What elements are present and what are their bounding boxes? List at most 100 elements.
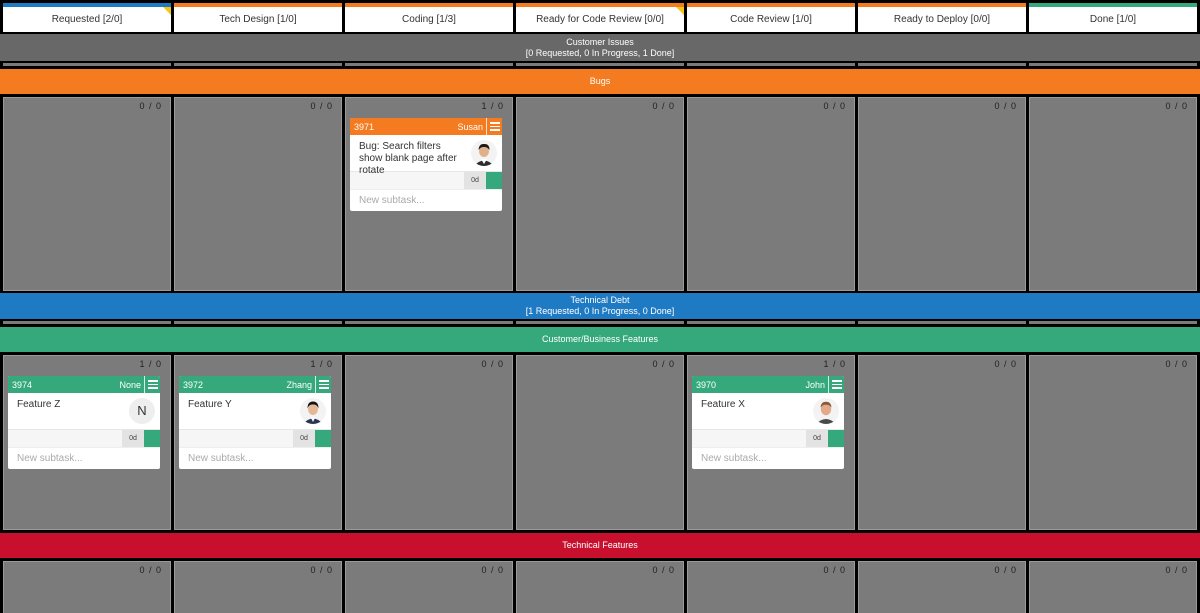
task-card-3974[interactable]: 3974 None Feature Z N 0d New subtask...: [8, 376, 160, 469]
card-title: Feature X: [701, 399, 745, 410]
column-header-ready-for-code-review[interactable]: Ready for Code Review [0/0]: [516, 3, 684, 32]
card-id[interactable]: 3971: [354, 122, 457, 132]
avatar[interactable]: [300, 398, 326, 424]
lane-cell-features-ready-for-code-review[interactable]: 0 / 0: [516, 355, 684, 530]
lane-cell-features-done[interactable]: 0 / 0: [1029, 355, 1197, 530]
lane-cell-features-ready-to-deploy[interactable]: 0 / 0: [858, 355, 1026, 530]
column-flag-icon: [163, 7, 171, 15]
lane-header-technical-debt[interactable]: Technical Debt [1 Requested, 0 In Progre…: [0, 293, 1200, 319]
cell-count: 0 / 0: [1165, 359, 1188, 369]
column-header-label: Code Review [1/0]: [730, 14, 812, 25]
card-owner[interactable]: John: [805, 380, 825, 390]
hamburger-menu-icon[interactable]: [144, 376, 160, 393]
collapsed-cell: [3, 321, 171, 324]
hamburger-menu-icon[interactable]: [486, 118, 502, 135]
card-title: Feature Z: [17, 399, 61, 410]
column-header-coding[interactable]: Coding [1/3]: [345, 3, 513, 32]
cell-count: 0 / 0: [310, 101, 333, 111]
column-header-label: Coding [1/3]: [402, 14, 456, 25]
lane-header-bugs[interactable]: Bugs: [0, 69, 1200, 94]
lane-cell-bugs-ready-to-deploy[interactable]: 0 / 0: [858, 97, 1026, 291]
hamburger-menu-icon[interactable]: [828, 376, 844, 393]
column-header-ready-to-deploy[interactable]: Ready to Deploy [0/0]: [858, 3, 1026, 32]
card-body[interactable]: Bug: Search filters show blank page afte…: [350, 135, 502, 176]
cell-count: 0 / 0: [994, 565, 1017, 575]
lane-title: Bugs: [589, 76, 611, 86]
lane-cell-bugs-code-review[interactable]: 0 / 0: [687, 97, 855, 291]
collapsed-cell: [858, 321, 1026, 324]
lane-gap: [0, 63, 1200, 67]
status-indicator[interactable]: [486, 172, 502, 189]
new-subtask-input[interactable]: New subtask...: [8, 447, 160, 468]
card-id[interactable]: 3970: [696, 380, 805, 390]
card-header: 3971 Susan: [350, 118, 502, 135]
hamburger-menu-icon[interactable]: [315, 376, 331, 393]
avatar[interactable]: N: [129, 398, 155, 424]
card-id[interactable]: 3972: [183, 380, 286, 390]
column-header-code-review[interactable]: Code Review [1/0]: [687, 3, 855, 32]
lane-cell-bugs-tech-design[interactable]: 0 / 0: [174, 97, 342, 291]
lane-cell-bugs-ready-for-code-review[interactable]: 0 / 0: [516, 97, 684, 291]
new-subtask-input[interactable]: New subtask...: [179, 447, 331, 468]
task-card-3970[interactable]: 3970 John Feature X 0d New subtask...: [692, 376, 844, 469]
lane-cell-features-code-review[interactable]: 1 / 0 3970 John Feature X 0d New subtask…: [687, 355, 855, 530]
lane-cell-technical-tech-design[interactable]: 0 / 0: [174, 561, 342, 613]
task-card-3971[interactable]: 3971 Susan Bug: Search filters show blan…: [350, 118, 502, 211]
lane-gap: [0, 321, 1200, 325]
cell-count: 0 / 0: [652, 359, 675, 369]
collapsed-cell: [516, 321, 684, 324]
card-footer: 0d: [692, 429, 844, 447]
lane-cell-bugs-coding[interactable]: 1 / 0 3971 Susan Bug: Search filters sho…: [345, 97, 513, 291]
lane-cell-features-coding[interactable]: 0 / 0: [345, 355, 513, 530]
card-body[interactable]: Feature Y: [179, 393, 331, 429]
new-subtask-placeholder: New subtask...: [701, 452, 767, 464]
cell-count: 0 / 0: [823, 101, 846, 111]
lane-cell-features-requested[interactable]: 1 / 0 3974 None Feature Z N 0d New subta…: [3, 355, 171, 530]
collapsed-cell: [1029, 321, 1197, 324]
lane-cell-technical-ready-for-code-review[interactable]: 0 / 0: [516, 561, 684, 613]
card-body[interactable]: Feature Z N: [8, 393, 160, 429]
lane-cell-technical-coding[interactable]: 0 / 0: [345, 561, 513, 613]
lane-title: Customer/Business Features: [541, 334, 659, 344]
lane-cell-features-tech-design[interactable]: 1 / 0 3972 Zhang Feature Y 0d New subtas…: [174, 355, 342, 530]
card-id[interactable]: 3974: [12, 380, 119, 390]
lane-cell-bugs-done[interactable]: 0 / 0: [1029, 97, 1197, 291]
collapsed-cell: [174, 321, 342, 324]
cell-count: 0 / 0: [994, 101, 1017, 111]
collapsed-cell: [345, 321, 513, 324]
lane-header-customer-issues[interactable]: Customer Issues [0 Requested, 0 In Progr…: [0, 34, 1200, 61]
lane-cell-technical-ready-to-deploy[interactable]: 0 / 0: [858, 561, 1026, 613]
cell-count: 0 / 0: [139, 101, 162, 111]
column-header-requested[interactable]: Requested [2/0]: [3, 3, 171, 32]
lane-cell-technical-requested[interactable]: 0 / 0: [3, 561, 171, 613]
card-footer: 0d: [8, 429, 160, 447]
lane-cell-bugs-requested[interactable]: 0 / 0: [3, 97, 171, 291]
avatar[interactable]: [471, 140, 497, 166]
lane-header-technical-features[interactable]: Technical Features: [0, 533, 1200, 558]
avatar[interactable]: [813, 398, 839, 424]
kanban-board: Requested [2/0] Tech Design [1/0] Coding…: [0, 0, 1200, 613]
status-indicator[interactable]: [144, 430, 160, 447]
card-body[interactable]: Feature X: [692, 393, 844, 429]
status-indicator[interactable]: [315, 430, 331, 447]
card-owner[interactable]: Zhang: [286, 380, 312, 390]
new-subtask-input[interactable]: New subtask...: [692, 447, 844, 468]
lane-header-customer-business-features[interactable]: Customer/Business Features: [0, 327, 1200, 352]
new-subtask-placeholder: New subtask...: [17, 452, 83, 464]
column-header-label: Done [1/0]: [1089, 14, 1137, 25]
lane-cell-technical-code-review[interactable]: 0 / 0: [687, 561, 855, 613]
collapsed-cell: [687, 321, 855, 324]
lane-cell-technical-done[interactable]: 0 / 0: [1029, 561, 1197, 613]
column-header-tech-design[interactable]: Tech Design [1/0]: [174, 3, 342, 32]
card-owner[interactable]: Susan: [457, 122, 483, 132]
collapsed-cell: [174, 63, 342, 66]
column-header-done[interactable]: Done [1/0]: [1029, 3, 1197, 32]
cell-count: 0 / 0: [310, 565, 333, 575]
status-indicator[interactable]: [828, 430, 844, 447]
new-subtask-placeholder: New subtask...: [359, 194, 425, 206]
new-subtask-input[interactable]: New subtask...: [350, 189, 502, 210]
card-owner[interactable]: None: [119, 380, 141, 390]
cell-count: 0 / 0: [823, 565, 846, 575]
task-card-3972[interactable]: 3972 Zhang Feature Y 0d New subtask...: [179, 376, 331, 469]
cell-count: 0 / 0: [652, 101, 675, 111]
